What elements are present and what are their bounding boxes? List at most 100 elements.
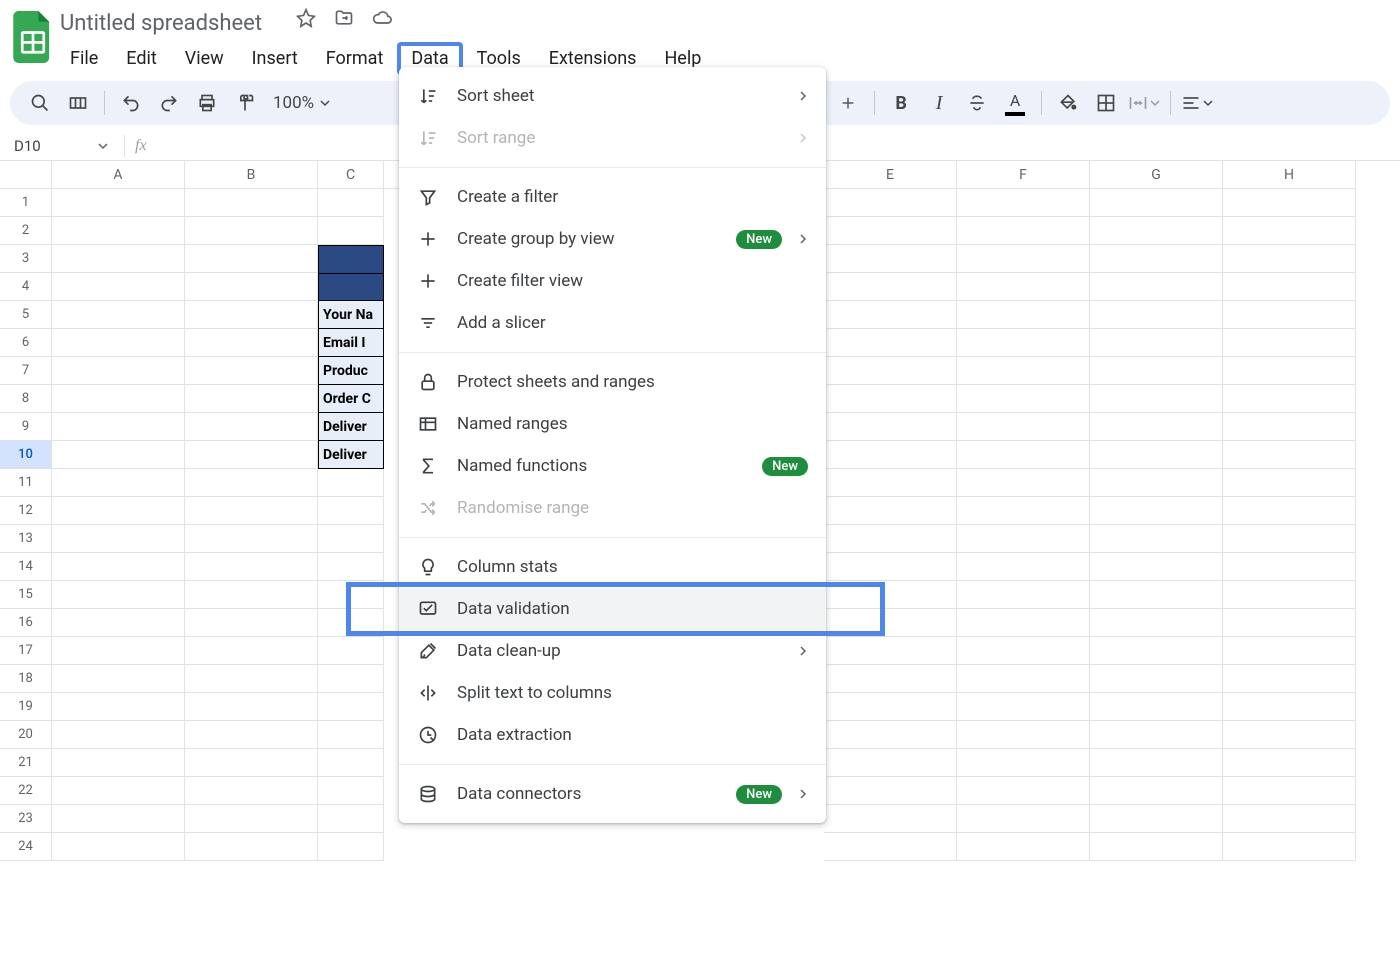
cell[interactable]: [185, 553, 318, 581]
menu-item-sort-sheet[interactable]: Sort sheet: [399, 75, 826, 117]
cell[interactable]: [1223, 413, 1356, 441]
cell[interactable]: [52, 833, 185, 861]
menu-item-create-group-by-view[interactable]: Create group by viewNew: [399, 218, 826, 260]
cell[interactable]: [185, 609, 318, 637]
cell[interactable]: [957, 665, 1090, 693]
cell[interactable]: [1090, 749, 1223, 777]
cell[interactable]: [957, 301, 1090, 329]
menu-item-data-clean-up[interactable]: Data clean-up: [399, 630, 826, 672]
row-header[interactable]: 9: [0, 413, 52, 441]
cell[interactable]: [185, 693, 318, 721]
col-header[interactable]: F: [957, 161, 1090, 189]
cell[interactable]: [957, 385, 1090, 413]
cell[interactable]: [52, 525, 185, 553]
fill-color-icon[interactable]: [1052, 87, 1084, 119]
cell[interactable]: [185, 637, 318, 665]
cell[interactable]: [1223, 749, 1356, 777]
menu-insert[interactable]: Insert: [238, 42, 312, 75]
cell[interactable]: [185, 525, 318, 553]
merge-cells-icon[interactable]: [1128, 87, 1160, 119]
cell[interactable]: [1223, 553, 1356, 581]
bold-icon[interactable]: B: [885, 87, 917, 119]
menu-item-add-a-slicer[interactable]: Add a slicer: [399, 302, 826, 344]
cell[interactable]: [318, 497, 384, 525]
cell[interactable]: [1090, 189, 1223, 217]
cell[interactable]: [1223, 273, 1356, 301]
cell[interactable]: [318, 693, 384, 721]
menu-item-named-functions[interactable]: Named functionsNew: [399, 445, 826, 487]
row-header[interactable]: 13: [0, 525, 52, 553]
cell[interactable]: [52, 441, 185, 469]
cell[interactable]: [1223, 833, 1356, 861]
cell[interactable]: [52, 385, 185, 413]
menu-item-split-text-to-columns[interactable]: Split text to columns: [399, 672, 826, 714]
cell[interactable]: [1223, 217, 1356, 245]
star-icon[interactable]: [296, 8, 316, 28]
cell[interactable]: [1090, 609, 1223, 637]
cell[interactable]: [1223, 777, 1356, 805]
cell[interactable]: [824, 189, 957, 217]
cell-overflow-icon[interactable]: [62, 87, 94, 119]
menu-item-create-filter-view[interactable]: Create filter view: [399, 260, 826, 302]
cell[interactable]: [957, 749, 1090, 777]
cell[interactable]: [52, 357, 185, 385]
cell[interactable]: [824, 329, 957, 357]
cell[interactable]: [185, 581, 318, 609]
cell[interactable]: [1090, 805, 1223, 833]
cell[interactable]: [185, 805, 318, 833]
cell[interactable]: Email I: [318, 329, 384, 357]
cell[interactable]: [957, 329, 1090, 357]
cell[interactable]: [1090, 497, 1223, 525]
cell[interactable]: [318, 469, 384, 497]
cell[interactable]: [1223, 609, 1356, 637]
cell[interactable]: [1090, 721, 1223, 749]
cell[interactable]: [824, 833, 957, 861]
cell[interactable]: [1090, 469, 1223, 497]
cell[interactable]: [52, 497, 185, 525]
cell[interactable]: [52, 665, 185, 693]
cell[interactable]: [957, 805, 1090, 833]
row-header[interactable]: 6: [0, 329, 52, 357]
menu-item-named-ranges[interactable]: Named ranges: [399, 403, 826, 445]
row-header[interactable]: 12: [0, 497, 52, 525]
row-header[interactable]: 23: [0, 805, 52, 833]
cell[interactable]: [318, 189, 384, 217]
cell[interactable]: [318, 581, 384, 609]
cell[interactable]: [824, 665, 957, 693]
row-header[interactable]: 19: [0, 693, 52, 721]
cell[interactable]: [824, 497, 957, 525]
cell[interactable]: [957, 357, 1090, 385]
search-menu-icon[interactable]: [24, 87, 56, 119]
cell[interactable]: [318, 553, 384, 581]
cell[interactable]: [52, 329, 185, 357]
cell[interactable]: [1090, 637, 1223, 665]
cell[interactable]: [318, 273, 384, 301]
select-all-corner[interactable]: [0, 161, 52, 189]
cell[interactable]: [957, 441, 1090, 469]
cell[interactable]: [318, 749, 384, 777]
row-header[interactable]: 11: [0, 469, 52, 497]
cell[interactable]: [185, 665, 318, 693]
sheets-logo-icon[interactable]: [10, 6, 56, 68]
cell[interactable]: [52, 805, 185, 833]
cell[interactable]: [1223, 805, 1356, 833]
cell[interactable]: [185, 469, 318, 497]
cell[interactable]: Order C: [318, 385, 384, 413]
row-header[interactable]: 10: [0, 441, 52, 469]
cell[interactable]: [185, 301, 318, 329]
cell[interactable]: [824, 385, 957, 413]
menu-item-data-extraction[interactable]: Data extraction: [399, 714, 826, 756]
row-header[interactable]: 20: [0, 721, 52, 749]
cell[interactable]: [1223, 301, 1356, 329]
row-header[interactable]: 18: [0, 665, 52, 693]
cell[interactable]: [1223, 441, 1356, 469]
move-icon[interactable]: [334, 8, 354, 28]
cell[interactable]: [824, 413, 957, 441]
cell[interactable]: [824, 273, 957, 301]
cell[interactable]: [824, 469, 957, 497]
cell[interactable]: [824, 245, 957, 273]
cell[interactable]: [824, 805, 957, 833]
paint-format-icon[interactable]: [229, 87, 261, 119]
cell[interactable]: [185, 497, 318, 525]
cell[interactable]: [824, 525, 957, 553]
